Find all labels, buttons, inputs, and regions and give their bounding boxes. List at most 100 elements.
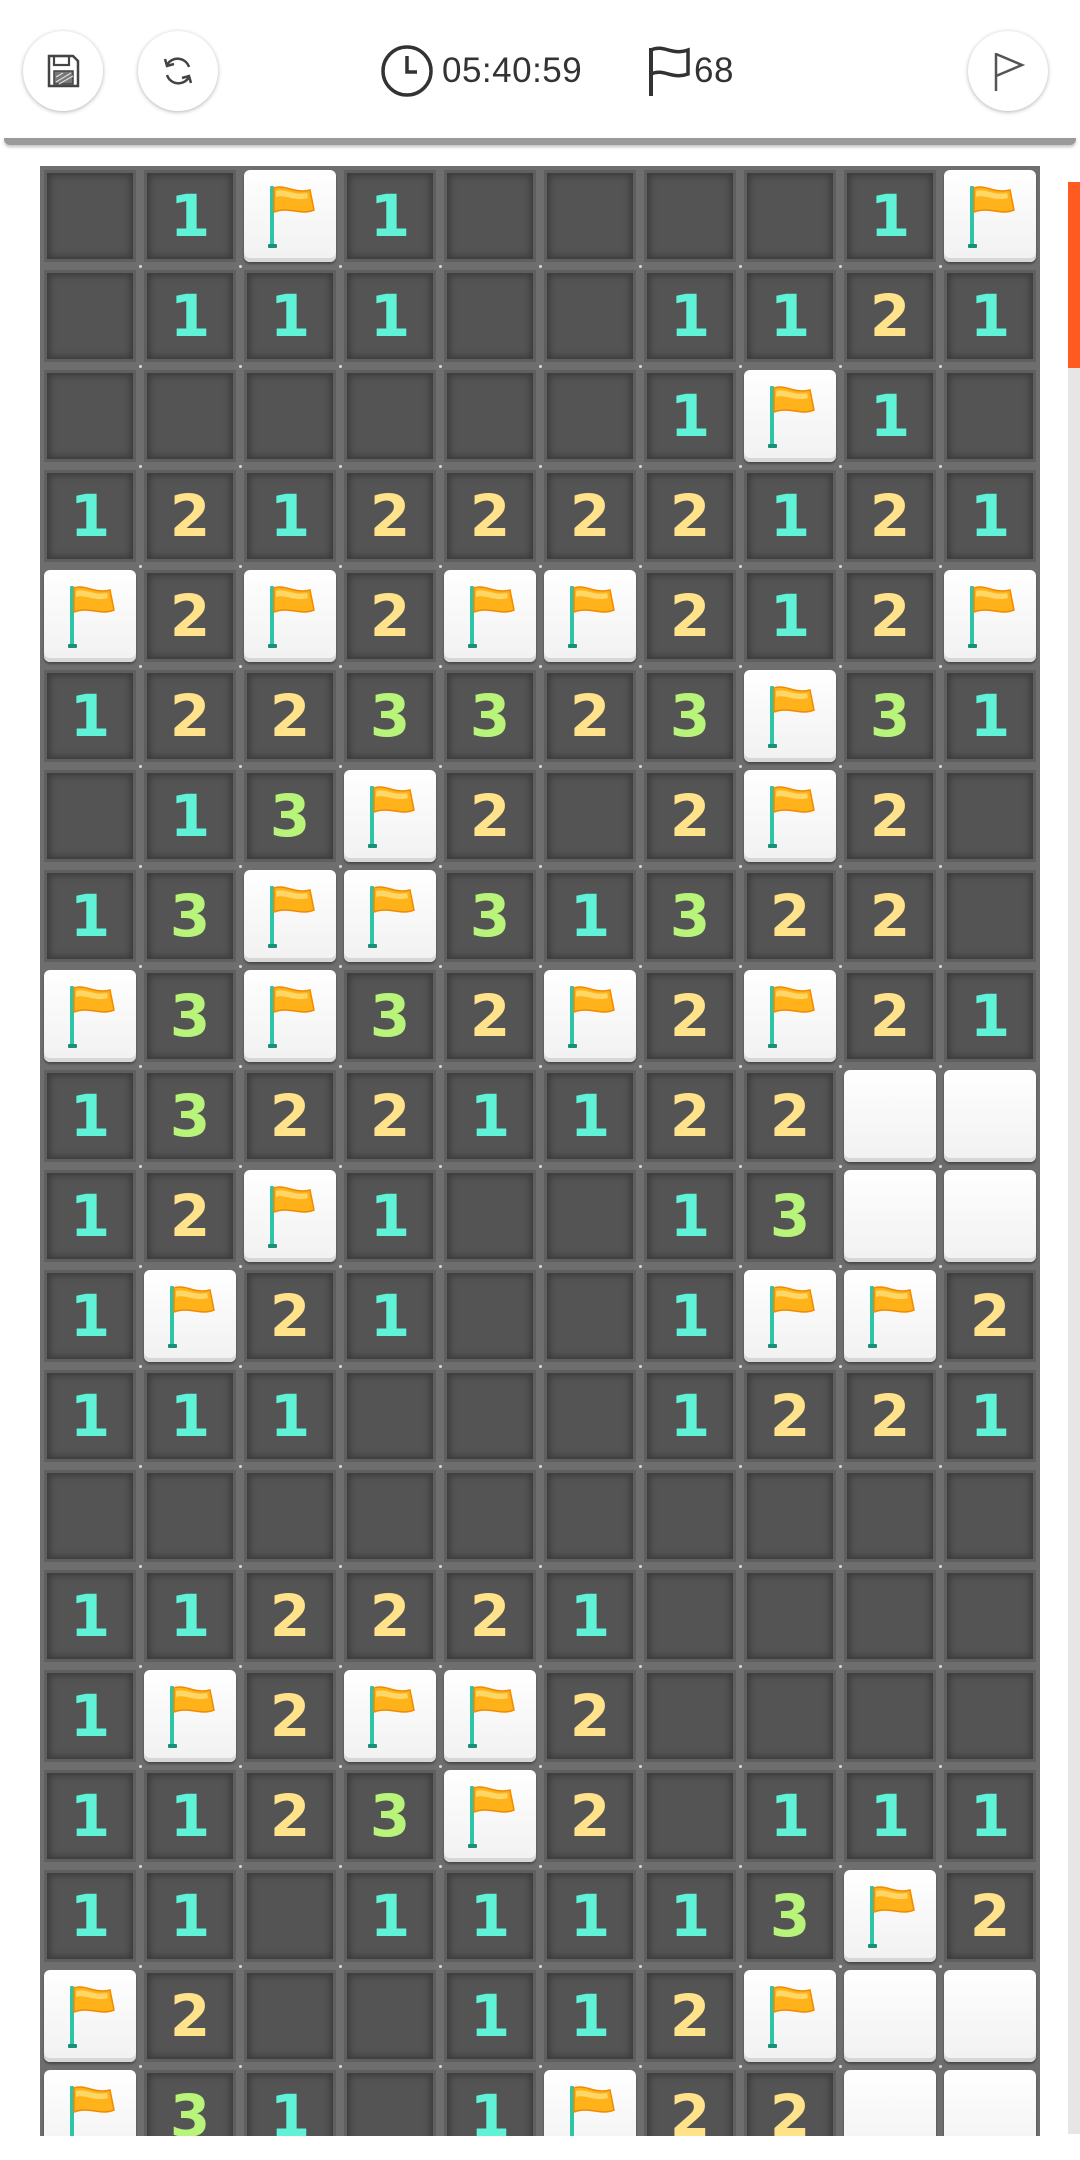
cell-empty[interactable] xyxy=(44,170,136,262)
flag-mode-button[interactable] xyxy=(968,31,1048,111)
cell-empty[interactable] xyxy=(744,1670,836,1762)
cell-number[interactable]: 2 xyxy=(444,770,536,862)
cell-flagged[interactable] xyxy=(44,570,136,662)
cell-empty[interactable] xyxy=(544,1170,636,1262)
cell-number[interactable]: 1 xyxy=(344,1870,436,1962)
cell-flagged[interactable] xyxy=(844,1270,936,1362)
cell-flagged[interactable] xyxy=(744,370,836,462)
cell-number[interactable]: 1 xyxy=(44,1270,136,1362)
cell-number[interactable]: 1 xyxy=(444,1870,536,1962)
cell-unrevealed[interactable] xyxy=(944,1070,1036,1162)
cell-number[interactable]: 2 xyxy=(644,1070,736,1162)
cell-flagged[interactable] xyxy=(344,870,436,962)
cell-empty[interactable] xyxy=(744,170,836,262)
cell-flagged[interactable] xyxy=(244,870,336,962)
cell-number[interactable]: 3 xyxy=(144,870,236,962)
cell-number[interactable]: 1 xyxy=(744,570,836,662)
cell-flagged[interactable] xyxy=(344,770,436,862)
cell-empty[interactable] xyxy=(244,1470,336,1562)
cell-empty[interactable] xyxy=(944,870,1036,962)
cell-number[interactable]: 1 xyxy=(144,1870,236,1962)
cell-flagged[interactable] xyxy=(244,1170,336,1262)
restart-button[interactable] xyxy=(138,31,218,111)
cell-empty[interactable] xyxy=(944,1470,1036,1562)
cell-number[interactable]: 2 xyxy=(844,970,936,1062)
scrollbar-thumb[interactable] xyxy=(1068,182,1080,368)
cell-unrevealed[interactable] xyxy=(944,1170,1036,1262)
cell-unrevealed[interactable] xyxy=(844,1970,936,2062)
cell-empty[interactable] xyxy=(544,1370,636,1462)
cell-number[interactable]: 1 xyxy=(44,1170,136,1262)
cell-number[interactable]: 3 xyxy=(644,870,736,962)
cell-empty[interactable] xyxy=(344,1370,436,1462)
cell-number[interactable]: 3 xyxy=(844,670,936,762)
cell-number[interactable]: 2 xyxy=(644,570,736,662)
cell-number[interactable]: 2 xyxy=(644,2070,736,2136)
cell-flagged[interactable] xyxy=(944,570,1036,662)
cell-flagged[interactable] xyxy=(544,570,636,662)
cell-number[interactable]: 1 xyxy=(144,1770,236,1862)
cell-number[interactable]: 1 xyxy=(344,1170,436,1262)
cell-flagged[interactable] xyxy=(544,2070,636,2136)
cell-number[interactable]: 2 xyxy=(344,1070,436,1162)
cell-empty[interactable] xyxy=(644,1570,736,1662)
cell-unrevealed[interactable] xyxy=(844,1070,936,1162)
cell-flagged[interactable] xyxy=(244,170,336,262)
cell-number[interactable]: 1 xyxy=(144,1370,236,1462)
cell-number[interactable]: 2 xyxy=(244,1670,336,1762)
cell-empty[interactable] xyxy=(344,370,436,462)
cell-number[interactable]: 2 xyxy=(244,1270,336,1362)
cell-number[interactable]: 3 xyxy=(144,1070,236,1162)
cell-number[interactable]: 2 xyxy=(144,1170,236,1262)
cell-number[interactable]: 1 xyxy=(644,1370,736,1462)
cell-number[interactable]: 1 xyxy=(544,870,636,962)
cell-flagged[interactable] xyxy=(844,1870,936,1962)
cell-number[interactable]: 2 xyxy=(944,1270,1036,1362)
cell-number[interactable]: 3 xyxy=(744,1170,836,1262)
cell-number[interactable]: 3 xyxy=(644,670,736,762)
cell-flagged[interactable] xyxy=(744,1270,836,1362)
cell-number[interactable]: 1 xyxy=(644,1870,736,1962)
cell-empty[interactable] xyxy=(344,2070,436,2136)
cell-empty[interactable] xyxy=(444,1470,536,1562)
cell-number[interactable]: 1 xyxy=(344,1270,436,1362)
cell-number[interactable]: 2 xyxy=(344,1570,436,1662)
cell-number[interactable]: 3 xyxy=(444,670,536,762)
cell-number[interactable]: 1 xyxy=(544,1570,636,1662)
cell-number[interactable]: 2 xyxy=(544,1770,636,1862)
cell-number[interactable]: 2 xyxy=(544,1670,636,1762)
cell-number[interactable]: 1 xyxy=(944,470,1036,562)
cell-number[interactable]: 1 xyxy=(144,270,236,362)
cell-number[interactable]: 2 xyxy=(844,470,936,562)
cell-empty[interactable] xyxy=(544,1470,636,1562)
cell-empty[interactable] xyxy=(44,270,136,362)
cell-number[interactable]: 1 xyxy=(44,1570,136,1662)
cell-number[interactable]: 2 xyxy=(544,670,636,762)
cell-number[interactable]: 2 xyxy=(144,670,236,762)
scrollbar-track[interactable] xyxy=(1068,182,1080,2134)
cell-number[interactable]: 1 xyxy=(144,1570,236,1662)
cell-number[interactable]: 1 xyxy=(944,670,1036,762)
cell-empty[interactable] xyxy=(344,1470,436,1562)
cell-number[interactable]: 2 xyxy=(744,1070,836,1162)
cell-number[interactable]: 1 xyxy=(844,370,936,462)
cell-empty[interactable] xyxy=(444,270,536,362)
cell-number[interactable]: 1 xyxy=(44,1870,136,1962)
cell-empty[interactable] xyxy=(44,1470,136,1562)
cell-flagged[interactable] xyxy=(944,170,1036,262)
cell-number[interactable]: 1 xyxy=(944,970,1036,1062)
cell-empty[interactable] xyxy=(444,1170,536,1262)
cell-number[interactable]: 3 xyxy=(344,670,436,762)
save-button[interactable] xyxy=(23,31,103,111)
cell-number[interactable]: 1 xyxy=(444,1970,536,2062)
cell-number[interactable]: 2 xyxy=(344,470,436,562)
cell-empty[interactable] xyxy=(544,170,636,262)
cell-number[interactable]: 1 xyxy=(644,1270,736,1362)
cell-number[interactable]: 2 xyxy=(444,1570,536,1662)
cell-empty[interactable] xyxy=(644,170,736,262)
cell-empty[interactable] xyxy=(244,370,336,462)
cell-number[interactable]: 1 xyxy=(944,1770,1036,1862)
cell-number[interactable]: 2 xyxy=(444,470,536,562)
cell-empty[interactable] xyxy=(944,1670,1036,1762)
cell-number[interactable]: 3 xyxy=(344,1770,436,1862)
